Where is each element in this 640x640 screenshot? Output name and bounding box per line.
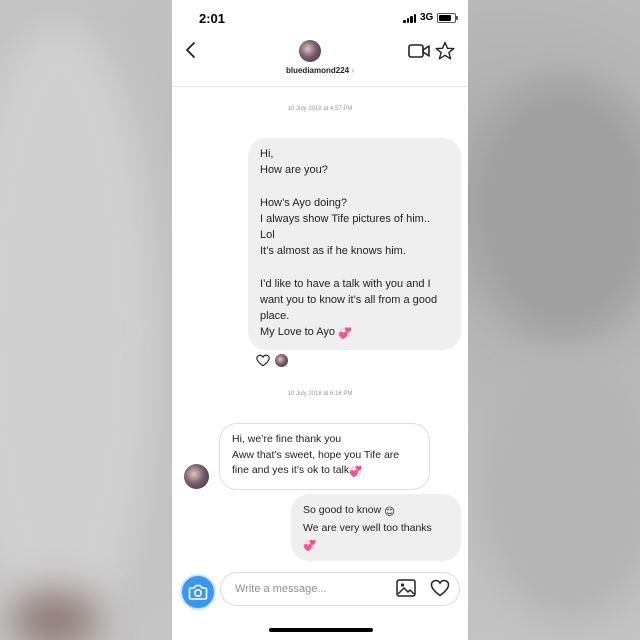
status-bar: 2:01 3G — [172, 0, 468, 36]
camera-icon — [188, 584, 208, 600]
back-arrow-icon[interactable] — [180, 38, 204, 62]
contact-username[interactable]: bluediamond224 › — [172, 66, 468, 75]
gallery-icon[interactable] — [396, 579, 416, 597]
message-bubble-outgoing[interactable]: So good to know 😊 We are very well too t… — [291, 494, 461, 561]
reactor-avatar — [274, 353, 289, 368]
two-hearts-emoji: 💞 — [303, 540, 317, 552]
status-time: 2:01 — [199, 11, 226, 26]
message-bubble-outgoing[interactable]: Hi, How are you? How’s Ayo doing? I alwa… — [248, 138, 461, 350]
star-icon[interactable] — [435, 41, 455, 61]
chevron-right-icon: › — [351, 66, 355, 75]
heart-icon[interactable] — [430, 579, 450, 597]
message-reactions[interactable] — [256, 352, 290, 368]
phone-screen: 2:01 3G bluediamond224 › 10 July 2018 at… — [172, 0, 468, 640]
signal-icon — [403, 14, 416, 23]
message-bubble-incoming[interactable]: Hi, we’re fine thank you Aww that’s swee… — [219, 423, 430, 490]
network-type: 3G — [420, 12, 434, 23]
home-indicator[interactable] — [269, 628, 373, 632]
chat-header: bluediamond224 › — [172, 36, 468, 87]
two-hearts-emoji: 💞 — [338, 328, 352, 341]
camera-button[interactable] — [180, 574, 216, 610]
smiling-face-emoji: 😊 — [384, 506, 396, 518]
battery-icon — [437, 13, 458, 23]
heart-reaction-icon[interactable] — [256, 354, 270, 367]
message-input[interactable]: Write a message... — [220, 572, 460, 606]
two-hearts-emoji: 💞 — [349, 466, 363, 478]
contact-avatar[interactable] — [299, 40, 321, 62]
message-composer: Write a message... — [172, 568, 468, 612]
video-call-icon[interactable] — [408, 42, 430, 60]
message-timestamp: 10 July 2018 at 6:16 PM — [287, 391, 353, 397]
sender-avatar[interactable] — [184, 464, 209, 489]
message-timestamp: 10 July 2018 at 4:57 PM — [287, 106, 353, 112]
message-input-placeholder: Write a message... — [235, 583, 327, 595]
